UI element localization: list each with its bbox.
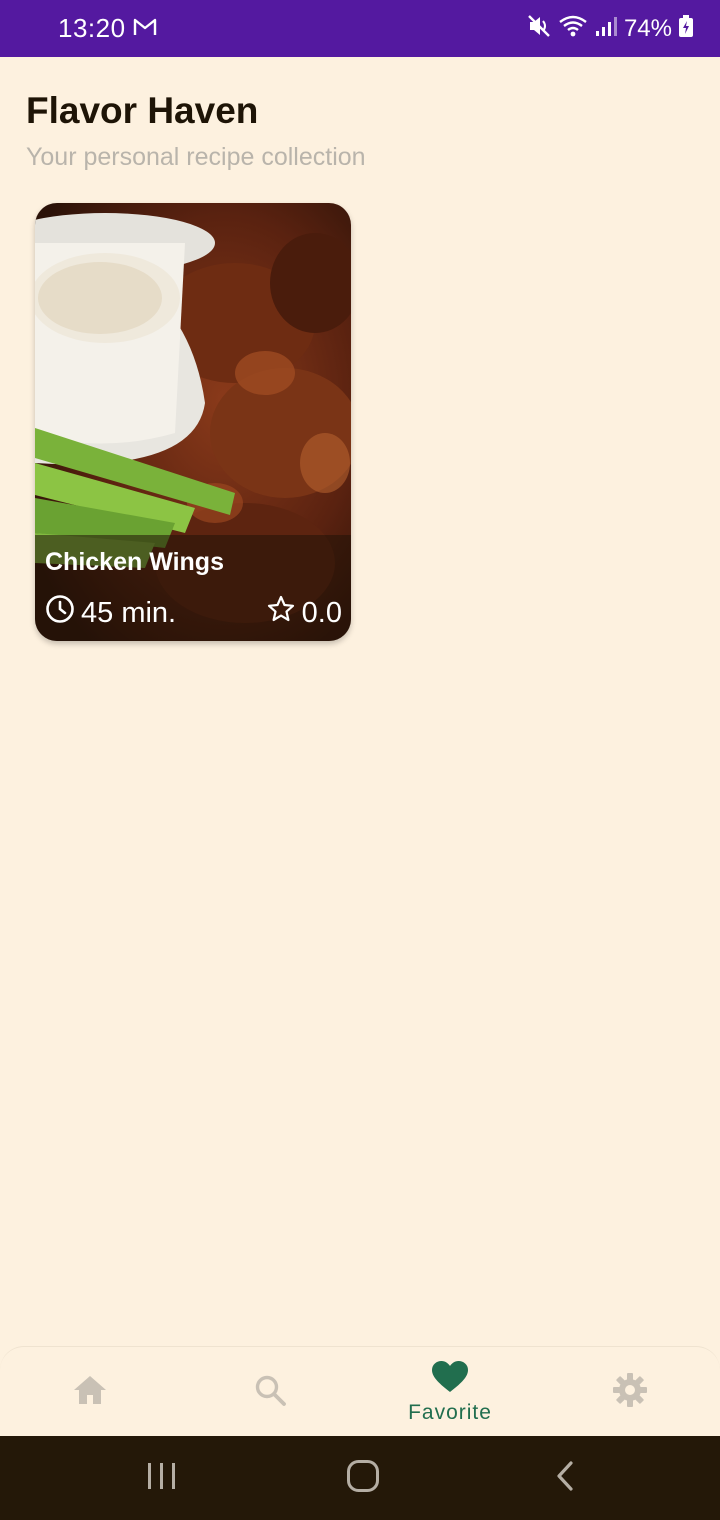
star-outline-icon	[266, 594, 296, 632]
page-title: Flavor Haven	[26, 90, 259, 131]
recipe-card[interactable]: Chicken Wings 45 min. 0.0	[35, 203, 351, 641]
back-icon	[554, 1460, 576, 1497]
nav-favorite[interactable]: Favorite	[390, 1347, 510, 1437]
home-icon	[72, 1373, 108, 1412]
recents-button[interactable]	[132, 1456, 192, 1500]
recipe-time-value: 45 min.	[81, 596, 177, 629]
status-bar: 13:20 74%	[0, 0, 720, 57]
wifi-icon	[558, 13, 588, 44]
battery-percent: 74%	[623, 14, 672, 42]
recents-icon	[146, 1461, 178, 1496]
nav-favorite-label: Favorite	[408, 1400, 492, 1424]
recipe-title: Chicken Wings	[45, 548, 224, 576]
home-button[interactable]	[333, 1456, 393, 1500]
recipe-rating: 0.0	[266, 594, 342, 632]
status-time: 13:20	[58, 13, 126, 43]
bottom-navigation: Favorite	[0, 1346, 720, 1437]
gear-icon	[612, 1372, 648, 1413]
recipe-info-overlay: Chicken Wings 45 min. 0.0	[35, 535, 351, 641]
search-icon	[253, 1373, 287, 1412]
mute-icon	[526, 13, 552, 44]
clock-icon	[45, 594, 75, 632]
nav-search[interactable]	[210, 1347, 330, 1437]
heart-icon	[431, 1360, 469, 1399]
status-icons: 74%	[526, 13, 694, 44]
back-button[interactable]	[535, 1456, 595, 1500]
system-navigation-bar	[0, 1436, 720, 1520]
battery-charging-icon	[678, 14, 694, 43]
signal-icon	[594, 14, 618, 43]
home-circle-icon	[346, 1459, 380, 1498]
recipe-rating-value: 0.0	[301, 596, 342, 629]
page-subtitle: Your personal recipe collection	[26, 143, 366, 171]
recipe-time: 45 min.	[45, 594, 176, 632]
nav-settings[interactable]	[570, 1347, 690, 1437]
nav-home[interactable]	[30, 1347, 150, 1437]
gmail-icon	[132, 16, 158, 43]
